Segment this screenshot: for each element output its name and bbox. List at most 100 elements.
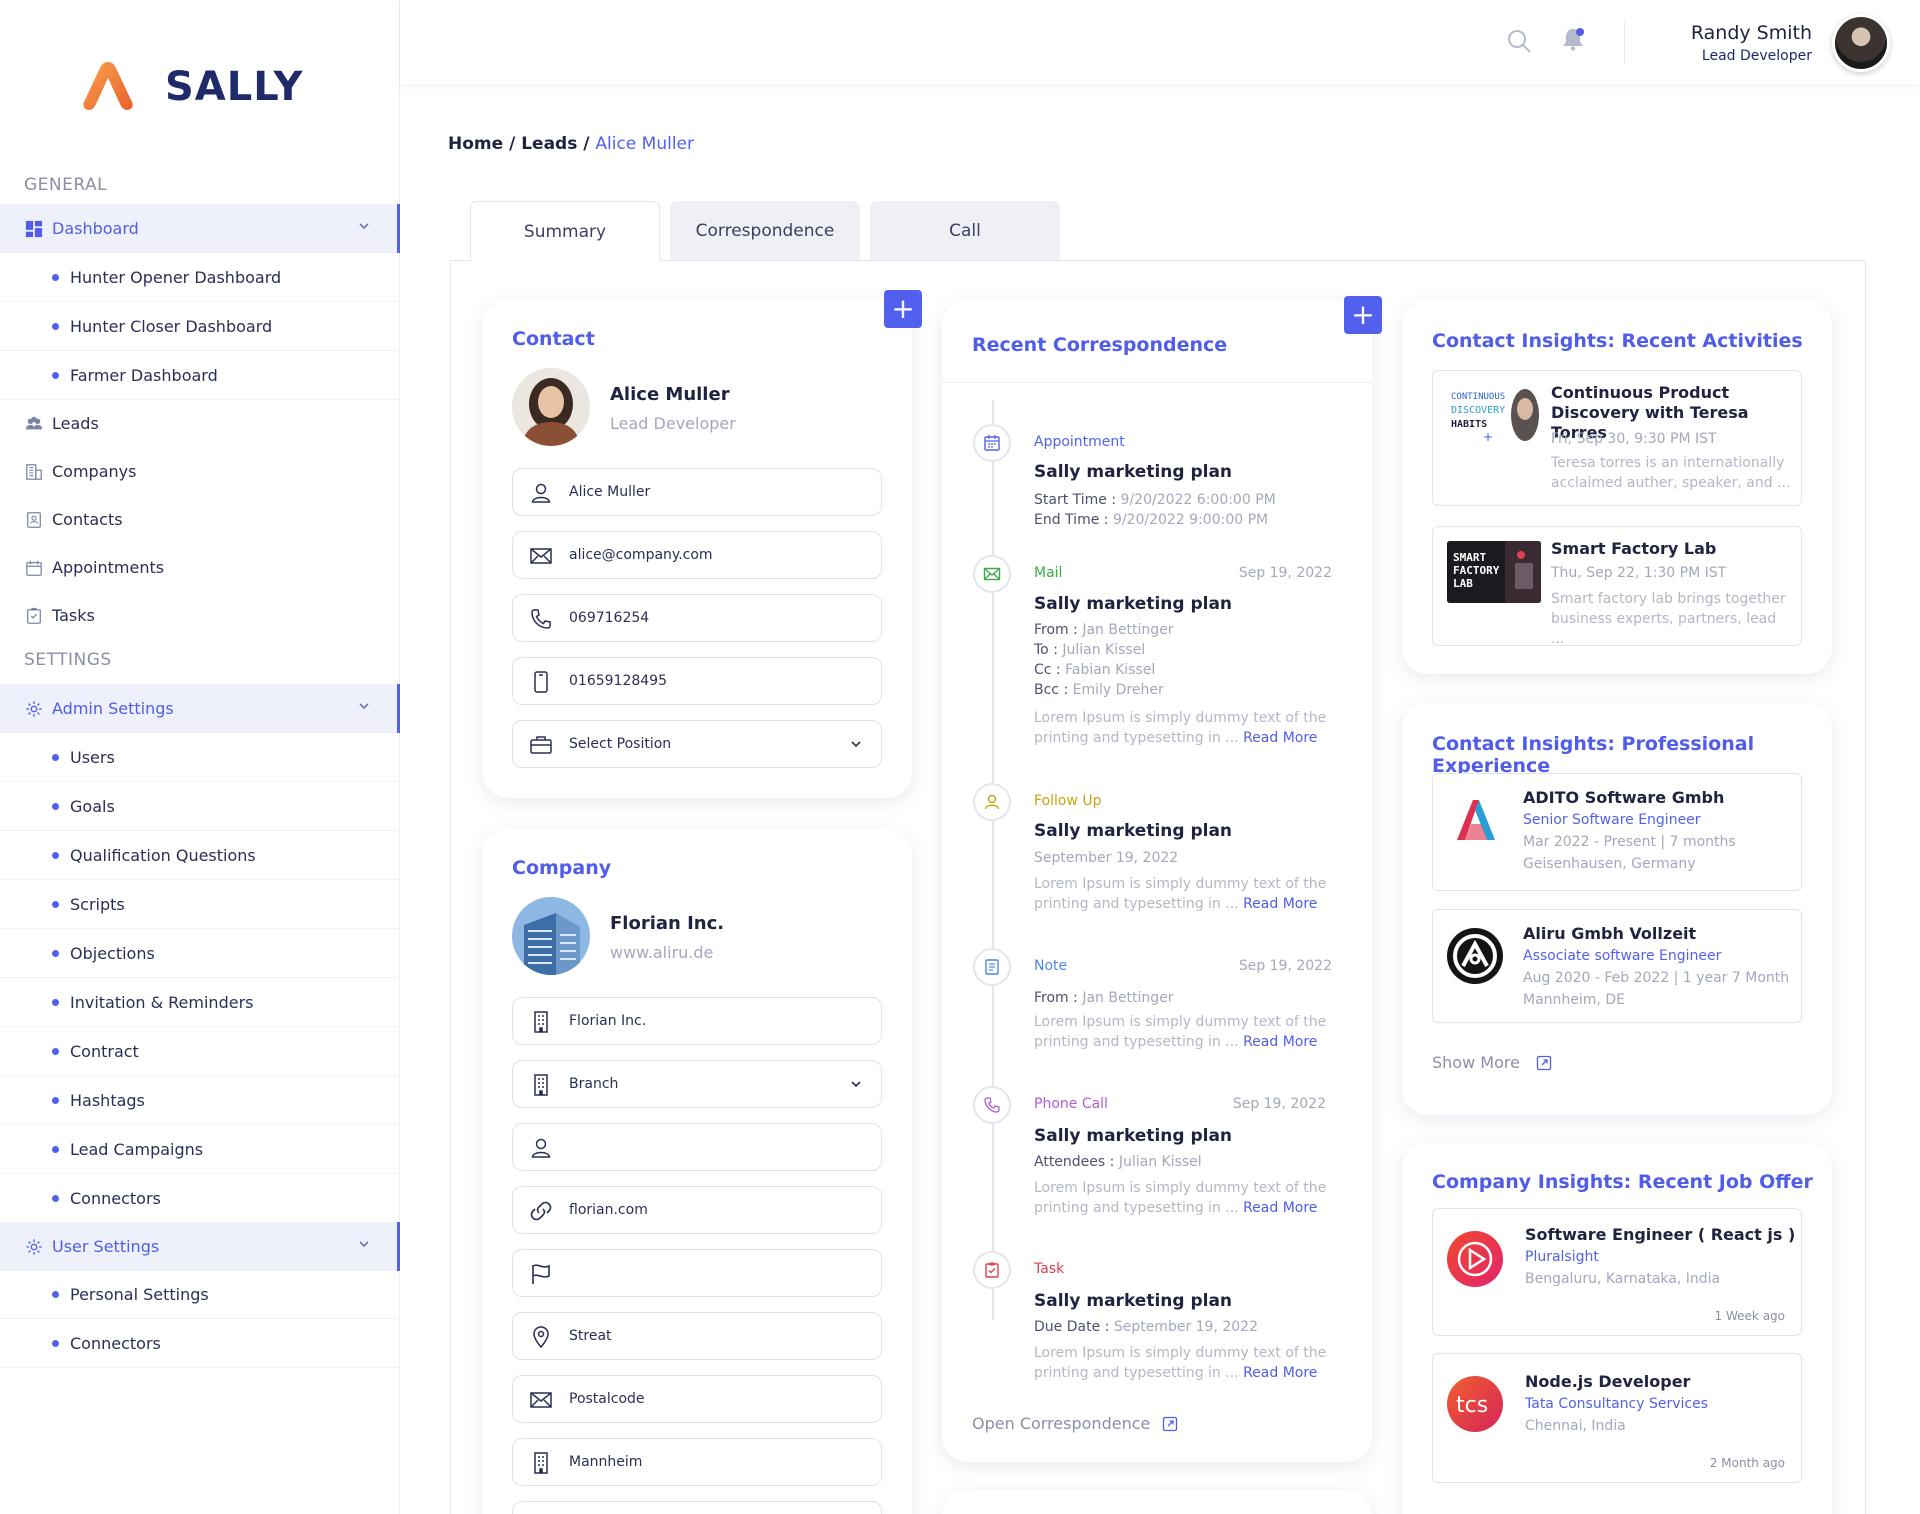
- job-item[interactable]: Software Engineer ( React js ) Pluralsig…: [1432, 1208, 1802, 1336]
- sidebar-item-companys[interactable]: Companys: [0, 447, 400, 496]
- divider: [942, 382, 1372, 383]
- job-title: Node.js Developer: [1525, 1372, 1691, 1391]
- activity-item[interactable]: SMART FACTORY LAB Smart Factory Lab Thu, S…: [1432, 526, 1802, 647]
- company-person-field[interactable]: [512, 1123, 882, 1171]
- external-link-icon: [1163, 1416, 1178, 1431]
- tcs-logo: tcs: [1447, 1376, 1503, 1432]
- contact-avatar: [512, 368, 590, 446]
- breadcrumb-home[interactable]: Home: [448, 134, 503, 154]
- show-more-link[interactable]: Show More: [1432, 1053, 1552, 1072]
- sidebar-subitem-personal-settings[interactable]: Personal Settings: [0, 1270, 400, 1319]
- building-icon: [534, 1074, 548, 1096]
- activity-description: Teresa torres is an internationally accl…: [1551, 455, 1791, 491]
- sidebar-subitem-objections[interactable]: Objections: [0, 929, 400, 978]
- company-website[interactable]: www.aliru.de: [610, 943, 713, 962]
- tab-summary[interactable]: Summary: [470, 201, 660, 262]
- user-role: Lead Developer: [1701, 48, 1812, 64]
- job-company: Pluralsight: [1525, 1249, 1599, 1265]
- activity-item[interactable]: CONTINUOUS DISCOVERY HABITS + Continuous Pr…: [1432, 370, 1802, 506]
- experience-item[interactable]: ADITO Software Gmbh Senior Software Engi…: [1432, 773, 1802, 891]
- sidebar-subitem-users[interactable]: Users: [0, 733, 400, 782]
- pluralsight-logo: [1447, 1231, 1503, 1287]
- contact-name-field[interactable]: Alice Muller: [512, 468, 882, 516]
- experience-role: Senior Software Engineer: [1523, 812, 1701, 828]
- contact-book-icon: [24, 510, 44, 530]
- sidebar-item-user-settings[interactable]: User Settings: [0, 1222, 400, 1271]
- task-title[interactable]: Sally marketing plan: [1034, 1291, 1232, 1311]
- sidebar-subitem-scripts[interactable]: Scripts: [0, 880, 400, 929]
- company-extra-field[interactable]: [512, 1501, 882, 1514]
- add-contact-button[interactable]: +: [884, 290, 922, 328]
- chevron-down-icon: [851, 741, 861, 748]
- activity-title: Smart Factory Lab: [1551, 539, 1717, 558]
- svg-text:DISCOVERY: DISCOVERY: [1451, 405, 1505, 416]
- chevron-down-icon[interactable]: [356, 218, 372, 234]
- external-link-icon: [1536, 1055, 1552, 1070]
- topbar: Randy Smith Lead Developer: [400, 0, 1920, 84]
- job-location: Bengaluru, Karnataka, India: [1525, 1271, 1721, 1287]
- app-logo[interactable]: SALLY: [80, 58, 302, 114]
- sidebar-item-admin-settings[interactable]: Admin Settings: [0, 684, 400, 733]
- follow-up-description: Lorem Ipsum is simply dummy text of the …: [1034, 876, 1327, 912]
- breadcrumb-leads[interactable]: Leads: [521, 134, 577, 154]
- flag-icon: [532, 1264, 550, 1284]
- sidebar-subitem-hashtags[interactable]: Hashtags: [0, 1076, 400, 1125]
- chevron-down-icon[interactable]: [356, 1236, 372, 1252]
- sidebar-subitem-connectors[interactable]: Connectors: [0, 1174, 400, 1223]
- sidebar-item-leads[interactable]: Leads: [0, 399, 400, 448]
- sidebar: SALLY GENERAL Dashboard Hunter Opener Da…: [0, 0, 400, 1514]
- task-type: Task: [1034, 1261, 1065, 1277]
- contact-email-field[interactable]: alice@company.com: [512, 531, 882, 579]
- sidebar-item-contacts[interactable]: Contacts: [0, 495, 400, 544]
- search-icon[interactable]: [1506, 28, 1532, 54]
- follow-up-type: Follow Up: [1034, 793, 1102, 809]
- chevron-down-icon[interactable]: [356, 698, 372, 714]
- sidebar-subitem-contract[interactable]: Contract: [0, 1027, 400, 1076]
- tab-correspondence[interactable]: Correspondence: [670, 201, 860, 261]
- read-more-link[interactable]: Read More: [1243, 896, 1317, 912]
- section-settings: SETTINGS: [24, 650, 112, 670]
- company-postal-field[interactable]: Postalcode: [512, 1375, 882, 1423]
- sidebar-subitem-lead-campaigns[interactable]: Lead Campaigns: [0, 1125, 400, 1174]
- contact-mobile-field[interactable]: 01659128495: [512, 657, 882, 705]
- appointment-title[interactable]: Sally marketing plan: [1034, 462, 1232, 482]
- avatar[interactable]: [1832, 14, 1890, 72]
- experience-item[interactable]: Aliru Gmbh Vollzeit Associate software E…: [1432, 909, 1802, 1023]
- read-more-link[interactable]: Read More: [1243, 1034, 1317, 1050]
- read-more-link[interactable]: Read More: [1243, 1365, 1317, 1381]
- tab-call[interactable]: Call: [870, 201, 1060, 261]
- sidebar-subitem-farmer[interactable]: Farmer Dashboard: [0, 351, 400, 400]
- sidebar-subitem-user-connectors[interactable]: Connectors: [0, 1319, 400, 1368]
- job-item[interactable]: tcs Node.js Developer Tata Consultancy S…: [1432, 1353, 1802, 1483]
- open-correspondence-link[interactable]: Open Correspondence: [972, 1414, 1178, 1433]
- sidebar-subitem-hunter-opener[interactable]: Hunter Opener Dashboard: [0, 253, 400, 302]
- phone-call-title[interactable]: Sally marketing plan: [1034, 1126, 1232, 1146]
- read-more-link[interactable]: Read More: [1243, 730, 1317, 746]
- phone-call-meta: Attendees : Julian Kissel: [1034, 1154, 1202, 1170]
- follow-up-title[interactable]: Sally marketing plan: [1034, 821, 1232, 841]
- task-icon: [973, 1251, 1011, 1289]
- user-name[interactable]: Randy Smith: [1691, 22, 1812, 44]
- correspondence-title: Recent Correspondence: [972, 334, 1228, 356]
- sidebar-item-appointments[interactable]: Appointments: [0, 543, 400, 592]
- sidebar-subitem-goals[interactable]: Goals: [0, 782, 400, 831]
- notification-bell-icon[interactable]: [1560, 26, 1586, 52]
- contact-phone-field[interactable]: 069716254: [512, 594, 882, 642]
- sidebar-subitem-hunter-closer[interactable]: Hunter Closer Dashboard: [0, 302, 400, 351]
- sidebar-item-dashboard[interactable]: Dashboard: [0, 204, 400, 253]
- company-name-field[interactable]: Florian Inc.: [512, 997, 882, 1045]
- branch-select[interactable]: Branch: [512, 1060, 882, 1108]
- company-street-field[interactable]: Streat: [512, 1312, 882, 1360]
- position-select[interactable]: Select Position: [512, 720, 882, 768]
- company-city-field[interactable]: Mannheim: [512, 1438, 882, 1486]
- sidebar-item-tasks[interactable]: Tasks: [0, 591, 400, 640]
- activity-description: Smart factory lab brings together busine…: [1551, 591, 1786, 647]
- mail-title[interactable]: Sally marketing plan: [1034, 594, 1232, 614]
- sidebar-subitem-qualification-questions[interactable]: Qualification Questions: [0, 831, 400, 880]
- company-link-field[interactable]: florian.com: [512, 1186, 882, 1234]
- mail-icon: [530, 1392, 552, 1408]
- sidebar-subitem-invitation-reminders[interactable]: Invitation & Reminders: [0, 978, 400, 1027]
- add-correspondence-button[interactable]: +: [1344, 296, 1382, 334]
- company-country-field[interactable]: [512, 1249, 882, 1297]
- read-more-link[interactable]: Read More: [1243, 1200, 1317, 1216]
